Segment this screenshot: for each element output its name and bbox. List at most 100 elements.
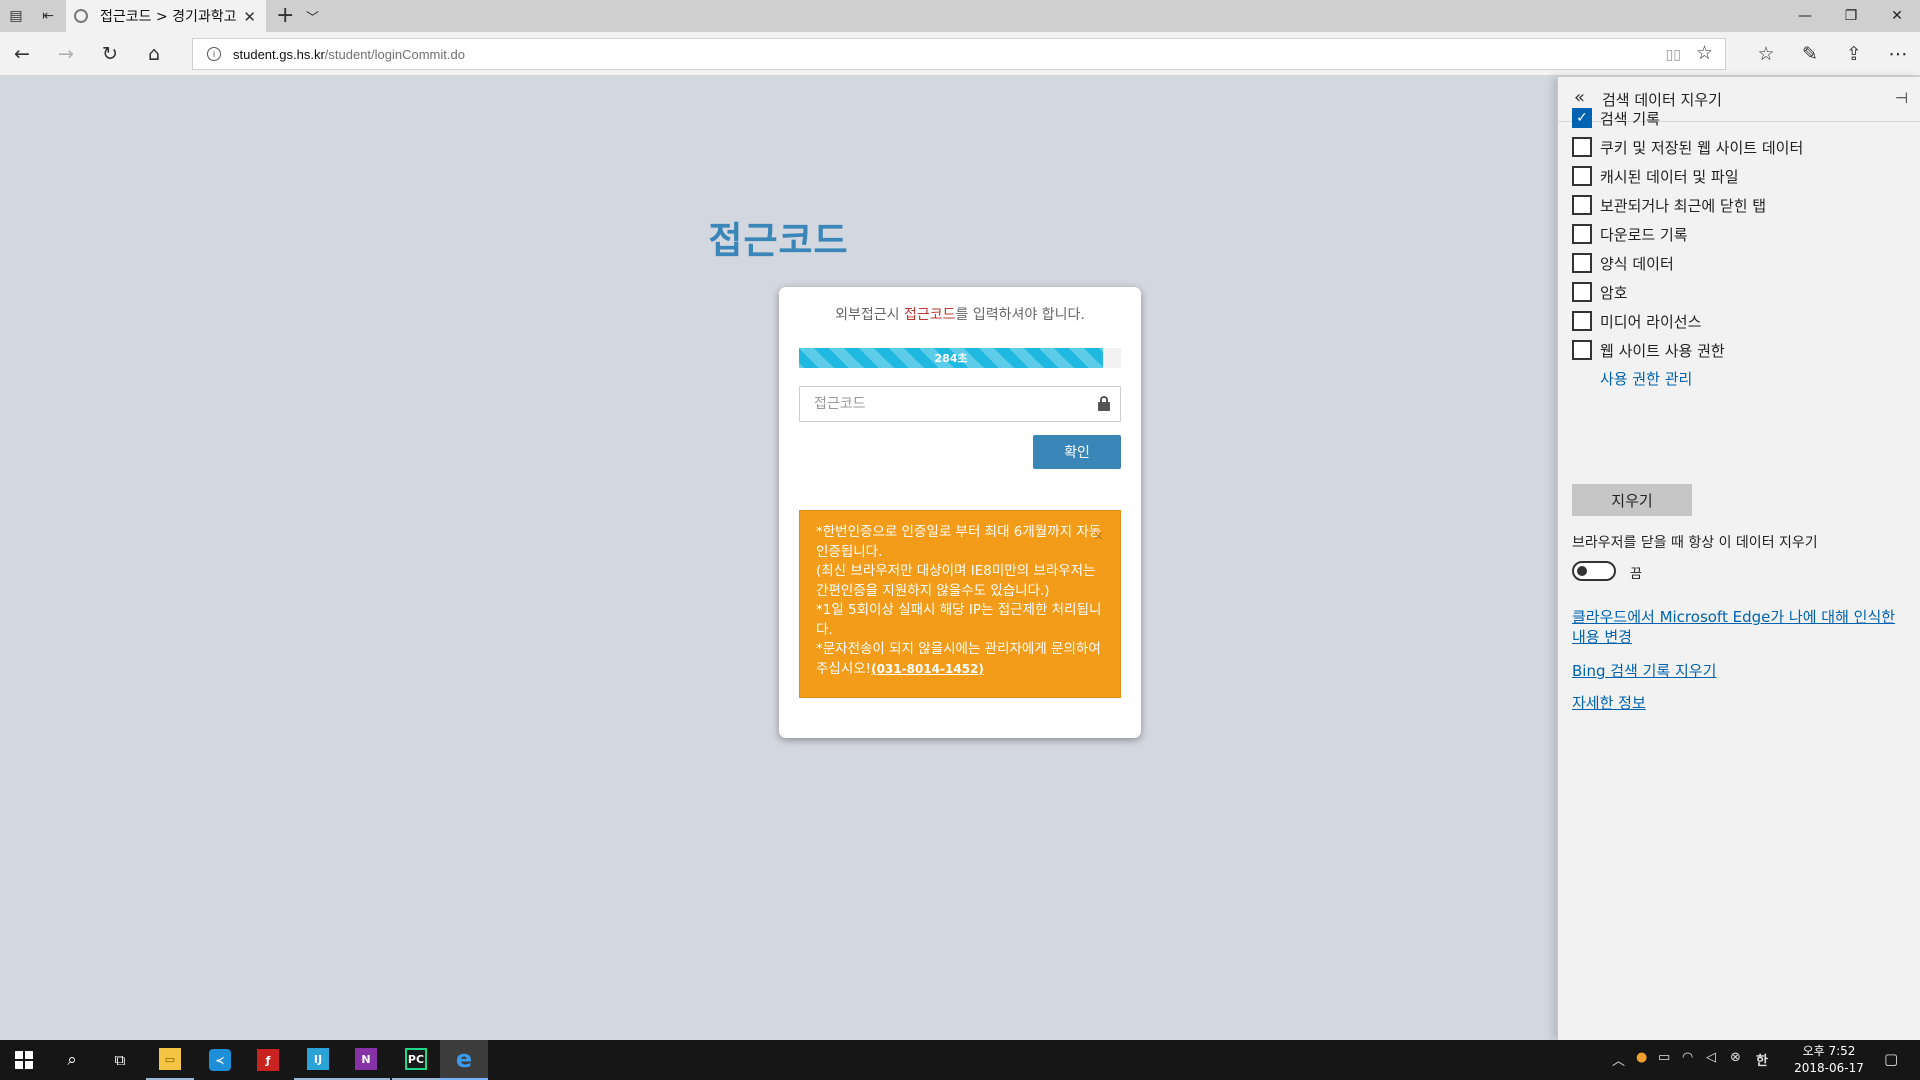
tab-active[interactable]: 접근코드 > 경기과학고 ✕: [66, 0, 266, 32]
tray-app-icon[interactable]: ●: [1636, 1050, 1647, 1065]
always-clear-toggle[interactable]: [1572, 561, 1616, 581]
more-menu-icon[interactable]: ⋯: [1884, 40, 1912, 68]
checkbox-label: 쿠키 및 저장된 웹 사이트 데이터: [1600, 138, 1804, 157]
checkbox-download-history[interactable]: 다운로드 기록: [1572, 222, 1688, 246]
intellij-idea-icon: IJ: [307, 1048, 329, 1070]
wifi-icon[interactable]: ◠: [1682, 1050, 1693, 1065]
back-button[interactable]: ←: [8, 40, 36, 68]
clock[interactable]: 오후 7:52 2018-06-17: [1784, 1043, 1874, 1077]
start-button[interactable]: [0, 1040, 48, 1080]
adobe-flash-icon: ƒ: [257, 1049, 279, 1071]
pin-icon[interactable]: ⊣: [1895, 89, 1908, 107]
tab-preview-icon[interactable]: ▤: [6, 6, 26, 26]
volume-icon[interactable]: ◁: [1706, 1050, 1716, 1065]
taskbar: ⌕ ⧉ ▭ ≺ ƒ IJ N PC e ︿ ● ▭ ◠ ◁ ⊗ 한 오후 7:5…: [0, 1040, 1920, 1080]
reading-view-icon[interactable]: ▯▯: [1666, 46, 1681, 63]
ime-icon[interactable]: 한: [1756, 1050, 1768, 1069]
address-bar[interactable]: i student.gs.hs.kr/student/loginCommit.d…: [192, 38, 1726, 70]
checkbox-label: 캐시된 데이터 및 파일: [1600, 167, 1739, 186]
restore-button[interactable]: ❐: [1828, 0, 1874, 32]
checkbox[interactable]: [1572, 340, 1592, 360]
forward-button[interactable]: →: [52, 40, 80, 68]
favorite-star-icon[interactable]: ☆: [1696, 42, 1713, 65]
pycharm-icon: PC: [405, 1048, 427, 1070]
checkbox[interactable]: ✓: [1572, 108, 1592, 128]
checkbox[interactable]: [1572, 195, 1592, 215]
access-code-input[interactable]: [799, 386, 1121, 422]
taskbar-file-explorer[interactable]: ▭: [146, 1040, 194, 1080]
action-center-icon[interactable]: ▢: [1884, 1050, 1898, 1068]
checkbox-form-data[interactable]: 양식 데이터: [1572, 251, 1674, 275]
notice-line: *1일 5회이상 실패시 해당 IP는 접근제한 처리됩니다.: [816, 602, 1102, 638]
taskbar-vscode[interactable]: ≺: [196, 1040, 244, 1080]
page-title: 접근코드: [708, 219, 849, 262]
checkbox-passwords[interactable]: 암호: [1572, 280, 1628, 304]
favicon-icon: [74, 9, 88, 23]
file-explorer-icon: ▭: [159, 1048, 181, 1070]
favorites-hub-icon[interactable]: ☆: [1752, 40, 1780, 68]
checkbox[interactable]: [1572, 311, 1592, 331]
checkbox-label: 양식 데이터: [1600, 254, 1674, 273]
edge-icon: e: [455, 1045, 473, 1073]
chevron-down-icon[interactable]: ﹀: [306, 7, 319, 26]
clear-button[interactable]: 지우기: [1572, 484, 1692, 516]
always-clear-label: 브라우저를 닫을 때 항상 이 데이터 지우기: [1572, 535, 1818, 551]
checkbox-closed-tabs[interactable]: 보관되거나 최근에 닫힌 탭: [1572, 193, 1766, 217]
toggle-state-text: 끔: [1630, 567, 1642, 582]
confirm-button[interactable]: 확인: [1033, 435, 1121, 469]
minimize-button[interactable]: —: [1782, 0, 1828, 32]
notification-off-icon[interactable]: ⊗: [1730, 1050, 1741, 1065]
checkbox[interactable]: [1572, 253, 1592, 273]
checkbox-label: 암호: [1600, 283, 1628, 302]
cloud-data-link[interactable]: 클라우드에서 Microsoft Edge가 나에 대해 인식한 내용 변경: [1572, 607, 1908, 647]
taskbar-edge[interactable]: e: [440, 1040, 488, 1080]
search-button[interactable]: ⌕: [48, 1040, 96, 1080]
taskbar-flash[interactable]: ƒ: [244, 1040, 292, 1080]
more-info-link[interactable]: 자세한 정보: [1572, 693, 1646, 713]
taskbar-onenote[interactable]: N: [342, 1040, 390, 1080]
manage-permissions-link[interactable]: 사용 권한 관리: [1600, 368, 1692, 389]
taskbar-intellij[interactable]: IJ: [294, 1040, 342, 1080]
checkbox-label: 미디어 라이선스: [1600, 312, 1702, 331]
tab-title: 접근코드 > 경기과학고: [100, 9, 237, 25]
task-view-icon: ⧉: [114, 1051, 126, 1069]
info-icon[interactable]: i: [207, 47, 221, 61]
notice-close-icon[interactable]: ×: [1093, 527, 1104, 547]
tray-overflow-icon[interactable]: ︿: [1612, 1050, 1625, 1069]
clock-date: 2018-06-17: [1794, 1061, 1864, 1075]
share-icon[interactable]: ⇪: [1840, 40, 1868, 68]
set-tabs-aside-icon[interactable]: ⇤: [38, 6, 58, 26]
url-host: student.gs.hs.kr: [233, 46, 325, 62]
navigation-bar: ← → ↻ ⌂ i student.gs.hs.kr/student/login…: [0, 32, 1920, 76]
url-path: /student/loginCommit.do: [324, 46, 465, 62]
access-code-card: 외부접근시 접근코드를 입력하셔야 합니다. 284초 확인 × *한번인증으로…: [779, 287, 1141, 738]
close-window-button[interactable]: ✕: [1874, 0, 1920, 32]
clear-browsing-data-panel: « 검색 데이터 지우기 ⊣ ✓ 검색 기록 쿠키 및 저장된 웹 사이트 데이터…: [1557, 77, 1920, 1040]
web-note-icon[interactable]: ✎: [1796, 40, 1824, 68]
visual-studio-code-icon: ≺: [209, 1049, 231, 1071]
checkbox[interactable]: [1572, 282, 1592, 302]
taskbar-pycharm[interactable]: PC: [392, 1040, 440, 1080]
checkbox[interactable]: [1572, 166, 1592, 186]
bing-history-link[interactable]: Bing 검색 기록 지우기: [1572, 661, 1716, 681]
instruction-text: 외부접근시 접근코드를 입력하셔야 합니다.: [779, 304, 1141, 324]
checkbox-search-history[interactable]: ✓ 검색 기록: [1572, 106, 1660, 130]
checkbox[interactable]: [1572, 224, 1592, 244]
checkbox[interactable]: [1572, 137, 1592, 157]
back-chevron-icon[interactable]: «: [1574, 87, 1585, 108]
checkbox-media-licenses[interactable]: 미디어 라이선스: [1572, 309, 1701, 333]
checkbox-cached-data[interactable]: 캐시된 데이터 및 파일: [1572, 164, 1739, 188]
page-content: 접근코드 외부접근시 접근코드를 입력하셔야 합니다. 284초 확인 × *한…: [0, 77, 1557, 1040]
task-view-button[interactable]: ⧉: [96, 1040, 144, 1080]
checkbox-site-permissions[interactable]: 웹 사이트 사용 권한: [1572, 338, 1725, 362]
checkbox-label: 검색 기록: [1600, 109, 1660, 128]
tab-close-icon[interactable]: ✕: [243, 8, 256, 26]
phone-link[interactable]: (031-8014-1452): [871, 662, 984, 676]
refresh-button[interactable]: ↻: [96, 40, 124, 68]
instruction-prefix: 외부접근시: [835, 307, 905, 323]
new-tab-button[interactable]: +: [276, 3, 294, 28]
instruction-highlight: 접근코드: [904, 307, 956, 323]
home-button[interactable]: ⌂: [140, 40, 168, 68]
checkbox-cookies[interactable]: 쿠키 및 저장된 웹 사이트 데이터: [1572, 135, 1803, 159]
battery-icon[interactable]: ▭: [1658, 1050, 1670, 1065]
